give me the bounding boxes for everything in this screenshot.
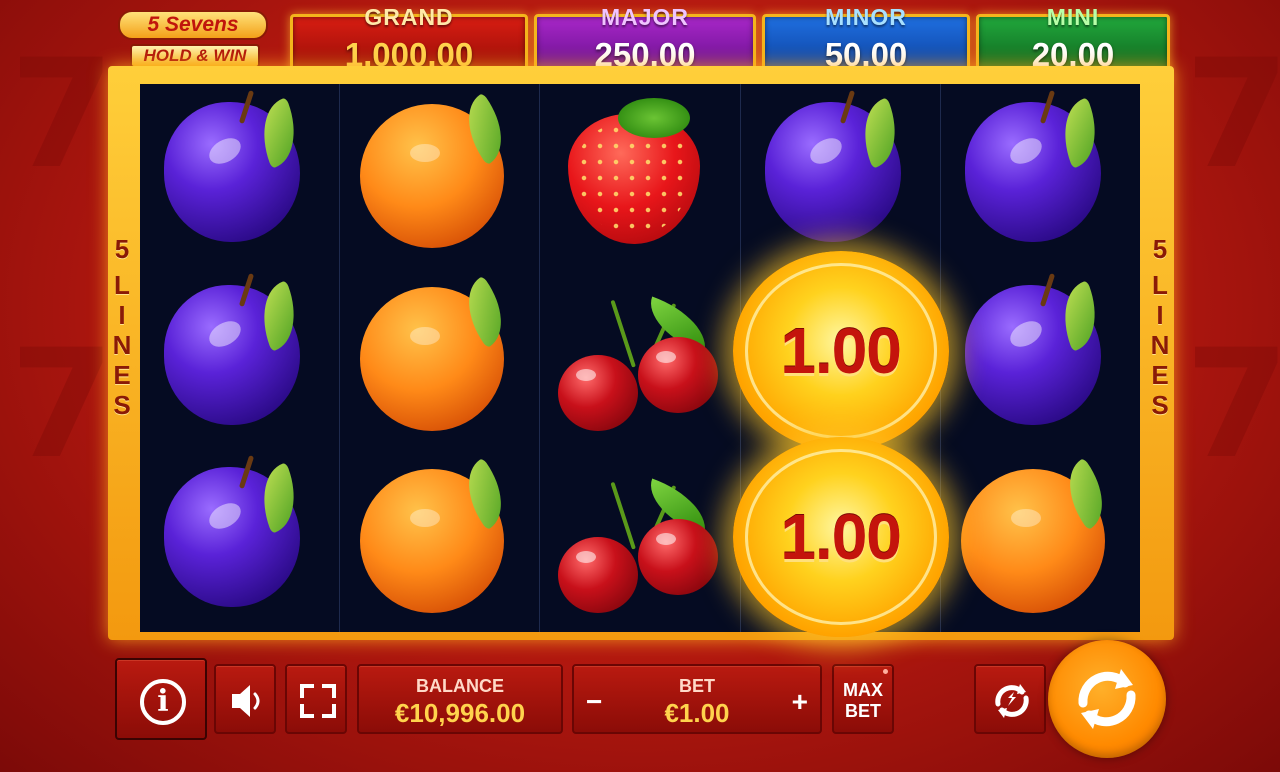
coin-icon: 1.00 [732,250,949,451]
symbol-coin: 1.00 [732,250,949,451]
symbol-plum [140,267,339,450]
balance-value: €10,996.00 [394,698,526,728]
max-bet-line1: MAX [843,680,883,700]
fullscreen-button[interactable] [285,664,347,734]
symbol-coin: 1.00 [732,437,949,638]
symbol-plum [941,267,1140,450]
bg-seven-icon: 7 [1185,318,1280,492]
logo-title: 5 Sevens [118,10,268,40]
sound-button[interactable] [214,664,276,734]
lines-letter: N [1150,330,1170,360]
spin-button[interactable] [1048,640,1166,758]
symbol-plum [140,84,339,267]
bet-control: − BET €1.00 + [572,664,822,734]
speaker-icon [232,685,260,717]
cherry-icon [638,519,719,596]
symbol-plum [941,84,1140,267]
bet-label: BET [679,676,715,696]
cherry-icon [558,354,639,431]
reel-1 [140,84,341,632]
cherry-icon [558,537,639,614]
bg-seven-icon: 7 [10,318,115,492]
symbol-cherry [540,267,739,450]
reels-grid: 1.00 1.00 [140,84,1140,638]
symbol-strawberry [540,84,739,267]
symbol-orange [340,84,539,267]
coin-value: 1.00 [780,501,902,574]
lines-word: L I N E S [109,270,135,420]
bg-seven-icon: 7 [1185,28,1280,202]
max-bet-button[interactable]: MAX BET [832,664,894,734]
fullscreen-icon [300,684,336,718]
bet-increase-button[interactable]: + [792,686,808,718]
reel-3 [540,84,741,632]
lines-letter: E [113,360,131,390]
lines-indicator-right: 5 L I N E S [1147,234,1173,420]
symbol-orange [340,267,539,450]
info-icon: i [140,679,186,725]
symbol-plum [140,449,339,632]
lines-letter: E [1151,360,1169,390]
logo-subtitle: HOLD & WIN [130,44,260,68]
reel-5 [941,84,1140,632]
autoplay-icon [995,684,1029,718]
lines-count: 5 [114,234,130,264]
jackpot-major-label: MAJOR [600,4,690,30]
jackpot-grand-label: GRAND [364,4,454,30]
indicator-dot [883,669,888,674]
bet-value: €1.00 [664,698,730,728]
lines-word: L I N E S [1147,270,1173,420]
bg-seven-icon: 7 [10,28,115,202]
symbol-orange [941,449,1140,632]
lines-letter: L [1152,270,1168,300]
lines-letter: S [1151,390,1169,420]
lines-indicator-left: 5 L I N E S [109,234,135,420]
balance-display: BALANCE €10,996.00 [357,664,563,734]
lines-letter: L [114,270,130,300]
symbol-cherry [540,449,739,632]
bet-decrease-button[interactable]: − [586,686,602,718]
max-bet-line2: BET [845,701,881,721]
coin-icon: 1.00 [732,437,949,638]
lines-letter: I [118,300,126,330]
lines-letter: I [1156,300,1164,330]
info-button[interactable]: i [115,658,207,740]
autoplay-button[interactable] [974,664,1046,734]
spin-icon [1078,669,1136,729]
symbol-plum [741,84,940,267]
balance-label: BALANCE [416,676,504,696]
symbol-orange [340,449,539,632]
game-logo: 5 Sevens HOLD & WIN [112,8,272,70]
jackpot-minor-label: MINOR [825,4,907,30]
reel-2 [340,84,541,632]
cherry-icon [638,336,719,413]
jackpot-mini-label: MINI [1046,4,1100,30]
lines-count: 5 [1152,234,1168,264]
coin-value: 1.00 [780,314,902,387]
lines-letter: S [113,390,131,420]
lines-letter: N [112,330,132,360]
reel-4: 1.00 1.00 [732,84,949,638]
